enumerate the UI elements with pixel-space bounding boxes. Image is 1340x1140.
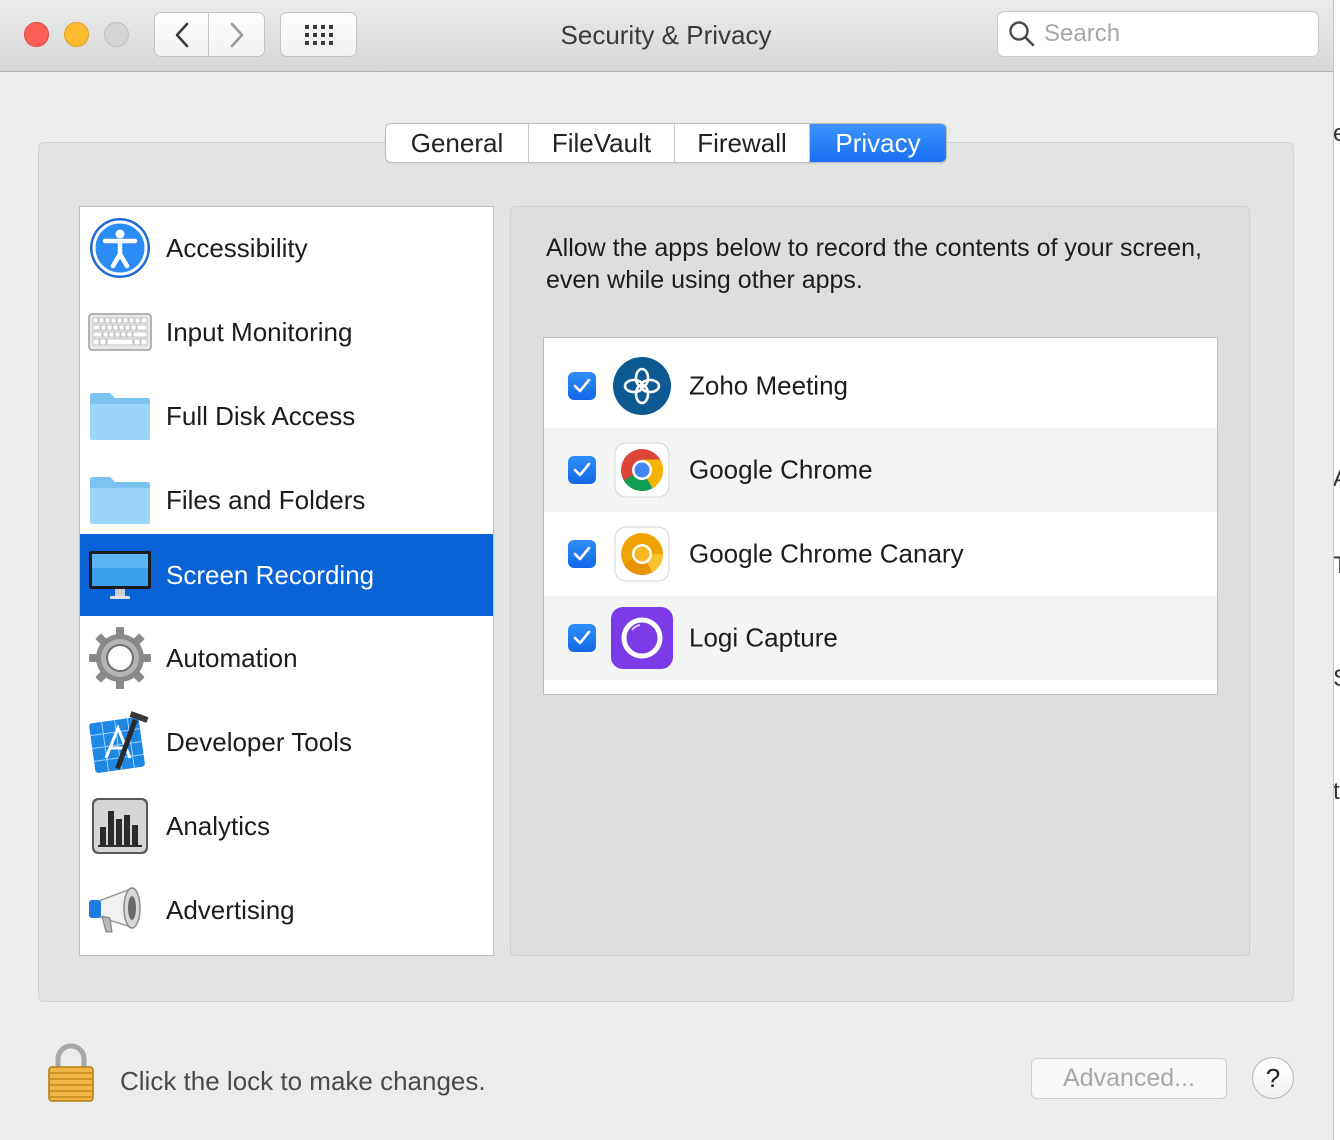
tab-general[interactable]: General [386,124,529,162]
category-files-and-folders[interactable]: Files and Folders [80,459,493,541]
checkmark-icon [573,378,591,393]
gear-icon [88,626,152,690]
app-permission-list[interactable]: Zoho Meeting Google Chrome Google Chrome… [543,337,1218,695]
permission-description: Allow the apps below to record the conte… [546,234,1202,294]
advanced-button[interactable]: Advanced... [1031,1058,1227,1099]
category-full-disk-access[interactable]: Full Disk Access [80,375,493,457]
app-row-logi-capture[interactable]: Logi Capture [544,596,1217,680]
checkmark-icon [573,630,591,645]
zoho-meeting-icon [610,354,674,418]
back-button[interactable] [154,12,209,57]
window-title: Security & Privacy [560,20,772,50]
category-label: Developer Tools [166,726,352,757]
category-label: Accessibility [166,232,308,263]
accessibility-icon [88,216,152,280]
app-name: Google Chrome [689,454,873,485]
category-label: Automation [166,642,298,673]
search-field[interactable] [997,11,1319,57]
category-label: Files and Folders [166,484,366,515]
chrome-canary-icon [610,522,674,586]
app-row-google-chrome[interactable]: Google Chrome [544,428,1217,512]
category-label: Full Disk Access [166,400,356,431]
category-screen-recording[interactable]: Screen Recording [80,534,493,616]
analytics-icon [88,794,152,858]
checkmark-icon [573,462,591,477]
help-button[interactable]: ? [1252,1057,1294,1099]
app-checkbox[interactable] [568,540,596,568]
background-glyph: S [1334,665,1340,693]
app-checkbox[interactable] [568,456,596,484]
category-analytics[interactable]: Analytics [80,785,493,867]
chrome-icon [610,438,674,502]
megaphone-icon [88,878,152,942]
logi-capture-icon [610,606,674,670]
display-icon [88,543,152,607]
category-developer-tools[interactable]: Developer Tools [80,701,493,783]
background-glyph: e [1334,120,1340,148]
app-row-zoho-meeting[interactable]: Zoho Meeting [544,344,1217,428]
category-label: Analytics [166,810,271,841]
background-glyph: A [1334,465,1340,493]
app-name: Zoho Meeting [689,370,848,401]
lock-message: Click the lock to make changes. [120,1066,486,1096]
folder-icon [88,468,152,532]
category-automation[interactable]: Automation [80,617,493,699]
app-checkbox[interactable] [568,624,596,652]
close-button[interactable] [24,22,49,47]
category-label: Advertising [166,894,295,925]
category-input-monitoring[interactable]: Input Monitoring [80,291,493,373]
lock-button[interactable] [46,1043,96,1103]
app-name: Google Chrome Canary [689,538,964,569]
background-glyph: T [1334,552,1340,580]
category-label: Screen Recording [166,559,375,590]
forward-button[interactable] [209,12,265,57]
xcode-icon [88,710,152,774]
tab-filevault[interactable]: FileVault [529,124,675,162]
category-label: Input Monitoring [166,316,353,347]
chevron-left-icon [175,22,188,47]
folder-icon [88,384,152,448]
tab-firewall[interactable]: Firewall [675,124,810,162]
checkmark-icon [573,546,591,561]
background-glyph: t [1334,778,1340,805]
zoom-button [104,22,129,47]
category-advertising[interactable]: Advertising [80,869,493,951]
tab-privacy[interactable]: Privacy [810,124,946,162]
app-row-google-chrome-canary[interactable]: Google Chrome Canary [544,512,1217,596]
category-accessibility[interactable]: Accessibility [80,207,493,289]
show-all-button[interactable] [280,12,357,57]
background-window-edge: e A T S t [1334,0,1340,1140]
minimize-button[interactable] [64,22,89,47]
privacy-category-list[interactable]: Accessibility Input Monitoring Full Disk… [79,206,494,956]
security-privacy-window: Security & Privacy General FileVault Fir… [0,0,1334,1140]
app-checkbox[interactable] [568,372,596,400]
tab-bar: General FileVault Firewall Privacy [385,123,947,163]
search-input[interactable] [1044,20,1294,48]
grid-icon [304,24,333,45]
title-bar: Security & Privacy [0,0,1333,72]
lock-icon [48,1043,94,1102]
keyboard-icon [88,300,152,364]
search-icon [1009,21,1035,47]
app-name: Logi Capture [689,622,838,653]
chevron-right-icon [230,22,243,47]
